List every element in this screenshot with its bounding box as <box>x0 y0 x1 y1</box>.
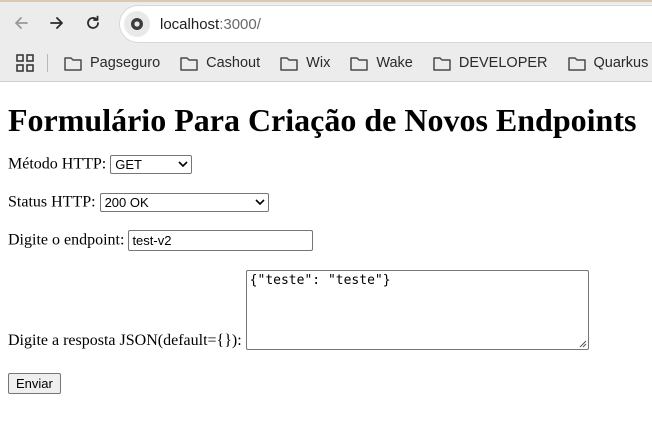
folder-icon <box>180 56 198 71</box>
arrow-left-icon <box>15 17 28 29</box>
response-label: Digite a resposta JSON(default={}): <box>8 332 242 349</box>
browser-toolbar: localhost:3000/ <box>0 0 652 44</box>
chevron-down-icon <box>178 161 188 168</box>
folder-icon <box>567 56 586 71</box>
bookmark-label: DEVELOPER <box>458 55 548 71</box>
folder-icon <box>433 56 451 71</box>
submit-row: Enviar <box>8 373 644 394</box>
reload-button[interactable] <box>78 8 108 38</box>
endpoint-row: Digite o endpoint: test-v2 <box>8 230 644 251</box>
bookmark-label: Pagseguro <box>90 55 161 71</box>
forward-button[interactable] <box>42 8 72 38</box>
status-select[interactable]: 200 OK <box>99 193 269 212</box>
bookmark-label: Quarkus <box>593 55 649 71</box>
submit-button[interactable]: Enviar <box>8 373 61 394</box>
address-bar[interactable]: localhost:3000/ <box>120 6 652 42</box>
page-content: Formulário Para Criação de Novos Endpoin… <box>0 102 652 394</box>
folder-icon <box>64 56 82 71</box>
bookmark-label: Wix <box>306 55 331 71</box>
folder-icon <box>350 56 369 71</box>
bookmark-label: Cashout <box>206 55 261 71</box>
apps-grid-icon[interactable] <box>16 54 34 72</box>
arrow-right-icon <box>50 17 63 29</box>
chevron-down-icon <box>254 199 265 206</box>
status-select-value: 200 OK <box>104 195 149 210</box>
method-select-value: GET <box>115 157 142 172</box>
bookmark-list: Pagseguro Cashout Wix Wake DEVELOPER Qua… <box>64 44 652 82</box>
back-button[interactable] <box>6 8 36 38</box>
endpoint-label: Digite o endpoint: <box>8 231 125 249</box>
bookmark-pagseguro[interactable]: Pagseguro <box>64 55 160 71</box>
site-info-icon <box>131 18 143 30</box>
url-text: localhost:3000/ <box>160 16 261 33</box>
bookmarks-bar: Pagseguro Cashout Wix Wake DEVELOPER Qua… <box>0 44 652 82</box>
response-textarea[interactable]: {"teste": "teste"} <box>245 270 589 350</box>
method-label: Método HTTP: <box>8 155 107 173</box>
response-row: Digite a resposta JSON(default={}): {"te… <box>8 270 644 350</box>
site-info-button[interactable] <box>124 11 150 37</box>
url-host: localhost <box>160 15 220 33</box>
reload-icon <box>87 15 99 29</box>
method-select[interactable]: GET <box>110 155 193 174</box>
endpoint-input[interactable]: test-v2 <box>128 230 314 251</box>
response-textarea-value: {"teste": "teste"} <box>249 273 391 288</box>
folder-icon <box>280 56 298 71</box>
bookmark-quarkus[interactable]: Quarkus <box>567 55 649 71</box>
bookmark-cashout[interactable]: Cashout <box>180 55 260 71</box>
page-title: Formulário Para Criação de Novos Endpoin… <box>8 102 637 138</box>
bookmarks-separator <box>47 54 48 72</box>
status-label: Status HTTP: <box>8 193 96 211</box>
bookmark-wake[interactable]: Wake <box>350 55 413 71</box>
url-path: :3000/ <box>219 15 261 33</box>
status-row: Status HTTP: 200 OK <box>8 193 644 212</box>
resize-grip-icon[interactable] <box>579 340 587 348</box>
bookmark-developer[interactable]: DEVELOPER <box>433 55 548 71</box>
method-row: Método HTTP: GET <box>8 155 644 174</box>
bookmark-wix[interactable]: Wix <box>280 55 330 71</box>
bookmark-label: Wake <box>376 55 413 71</box>
